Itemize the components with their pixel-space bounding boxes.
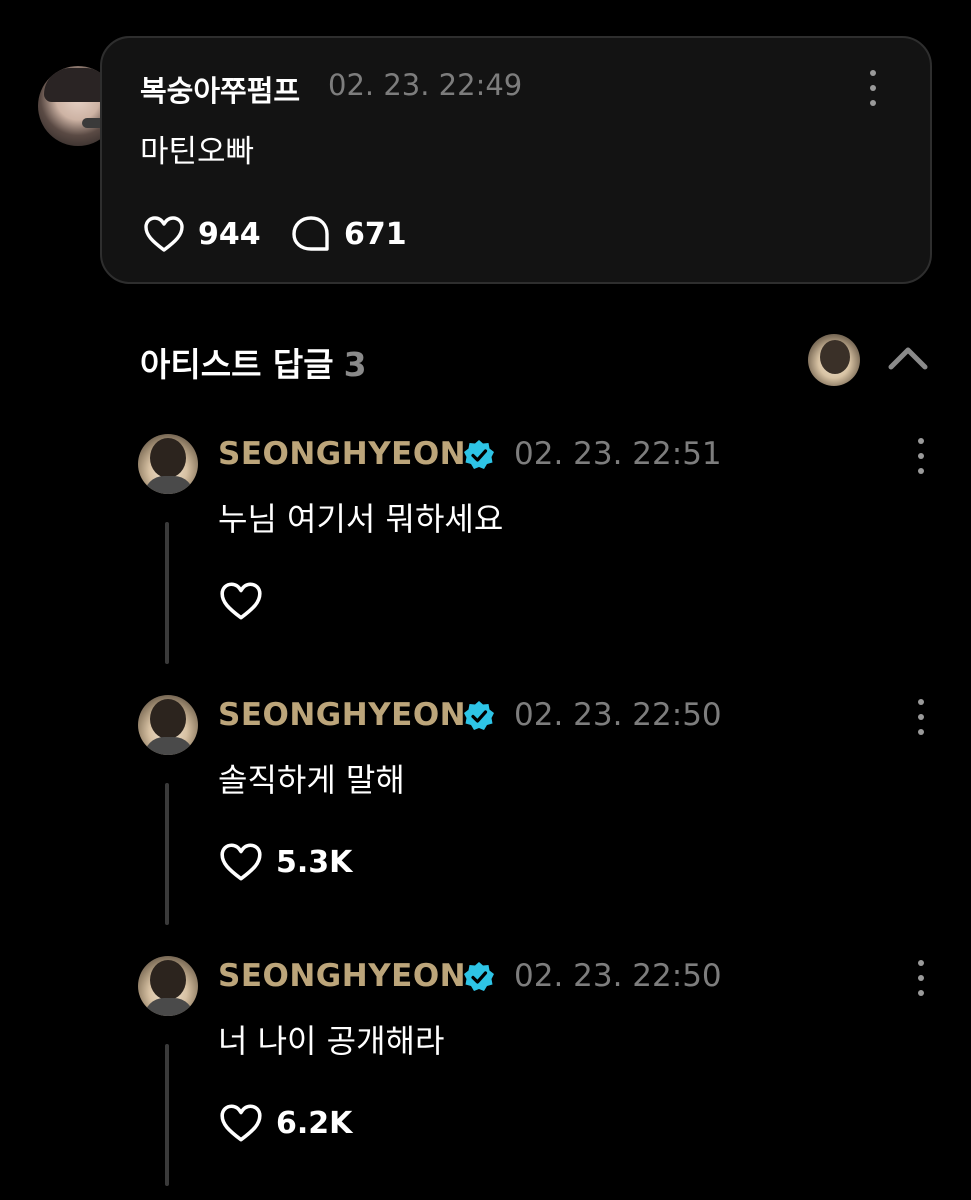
post-like-count: 944 xyxy=(198,216,261,252)
thread-line xyxy=(165,522,169,664)
reply-like-button[interactable]: 6.2K xyxy=(218,1102,352,1144)
heart-outline-icon xyxy=(220,843,262,881)
reply-like-count: 6.2K xyxy=(276,1105,353,1141)
reply-author-name[interactable]: SEONGHYEON xyxy=(218,436,466,472)
reply-like-count: 5.3K xyxy=(276,844,353,880)
artist-replies-title: 아티스트 답글 xyxy=(140,345,334,384)
verified-badge-icon xyxy=(464,962,494,991)
reply-item: SEONGHYEON 02. 23. 22:50 솔직하게 말해 5.3K xyxy=(0,695,971,955)
post-comment-button[interactable]: 671 xyxy=(290,214,407,254)
reply-more-icon[interactable] xyxy=(916,699,926,735)
artist-avatar[interactable] xyxy=(808,334,860,386)
reply-timestamp: 02. 23. 22:51 xyxy=(514,436,722,472)
reply-author-avatar[interactable] xyxy=(138,434,198,494)
reply-more-icon[interactable] xyxy=(916,960,926,996)
reply-item: SEONGHYEON 02. 23. 22:50 너 나이 공개해라 6.2K xyxy=(0,956,971,1200)
reply-text: 솔직하게 말해 xyxy=(218,761,405,799)
thread-line xyxy=(165,1044,169,1186)
speech-bubble-icon xyxy=(292,216,329,251)
heart-outline-icon xyxy=(220,582,262,620)
reply-more-icon[interactable] xyxy=(916,438,926,474)
reply-text: 누님 여기서 뭐하세요 xyxy=(218,500,504,538)
reply-author-name[interactable]: SEONGHYEON xyxy=(218,958,466,994)
post-card: 복숭아쭈펌프 02. 23. 22:49 마틴오빠 944 671 xyxy=(100,36,932,284)
reply-text: 너 나이 공개해라 xyxy=(218,1022,445,1060)
reply-timestamp: 02. 23. 22:50 xyxy=(514,958,722,994)
comment-thread-page: 복숭아쭈펌프 02. 23. 22:49 마틴오빠 944 671 아티스트 답… xyxy=(0,0,971,1200)
verified-badge-icon xyxy=(464,701,494,730)
reply-like-button[interactable]: 5.3K xyxy=(218,841,352,883)
reply-author-avatar[interactable] xyxy=(138,695,198,755)
post-more-icon[interactable] xyxy=(868,70,878,106)
reply-like-button[interactable] xyxy=(218,580,276,622)
reply-item: SEONGHYEON 02. 23. 22:51 누님 여기서 뭐하세요 xyxy=(0,434,971,694)
reply-author-avatar[interactable] xyxy=(138,956,198,1016)
post-author-name[interactable]: 복숭아쭈펌프 xyxy=(140,68,300,110)
artist-replies-count: 3 xyxy=(343,345,367,384)
thread-line xyxy=(165,783,169,925)
post-like-button[interactable]: 944 xyxy=(142,214,261,254)
reply-timestamp: 02. 23. 22:50 xyxy=(514,697,722,733)
artist-replies-heading: 아티스트 답글 3 xyxy=(140,338,367,386)
chevron-up-icon[interactable] xyxy=(886,340,930,374)
post-comment-count: 671 xyxy=(344,216,407,252)
post-timestamp: 02. 23. 22:49 xyxy=(328,68,523,102)
heart-outline-icon xyxy=(220,1104,262,1142)
post-text: 마틴오빠 xyxy=(140,134,255,170)
verified-badge-icon xyxy=(464,440,494,469)
reply-author-name[interactable]: SEONGHYEON xyxy=(218,697,466,733)
heart-outline-icon xyxy=(144,216,184,252)
